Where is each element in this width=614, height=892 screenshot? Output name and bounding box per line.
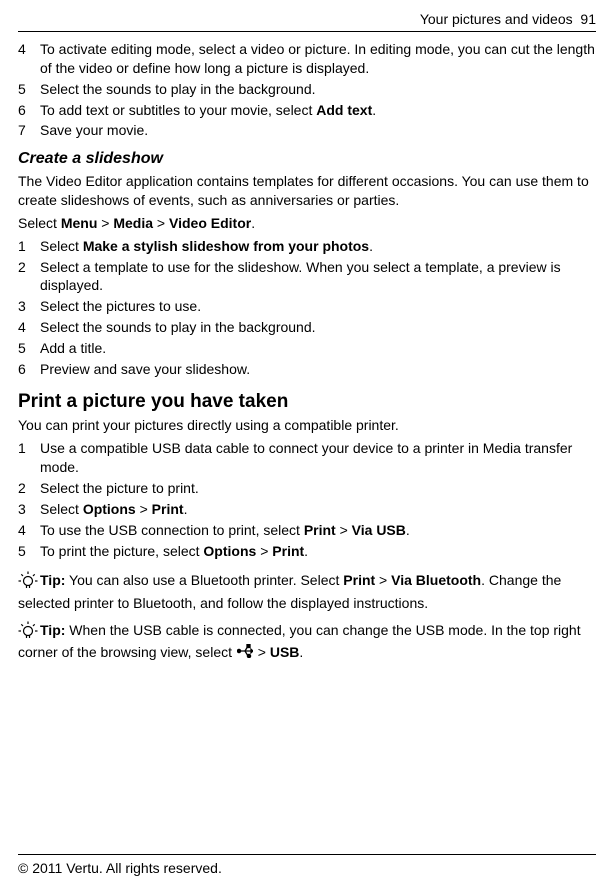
list-item: 3Select Options > Print. — [18, 500, 596, 519]
tip2-text: When the USB cable is connected, you can… — [18, 622, 581, 661]
step-number: 1 — [18, 439, 40, 477]
step-text: Select Options > Print. — [40, 500, 596, 519]
bold-term: Options — [83, 501, 136, 517]
step-number: 7 — [18, 121, 40, 140]
page-footer: © 2011 Vertu. All rights reserved. — [18, 854, 596, 878]
list-item: 4Select the sounds to play in the backgr… — [18, 318, 596, 337]
step-text: Select the sounds to play in the backgro… — [40, 80, 596, 99]
list-item: 7Save your movie. — [18, 121, 596, 140]
slideshow-intro: The Video Editor application contains te… — [18, 172, 596, 210]
list-item: 1Select Make a stylish slideshow from yo… — [18, 237, 596, 256]
step-text: To activate editing mode, select a video… — [40, 40, 596, 78]
step-text: To add text or subtitles to your movie, … — [40, 101, 596, 120]
step-text: Save your movie. — [40, 121, 596, 140]
header-section-title: Your pictures and videos — [420, 11, 573, 27]
step-number: 4 — [18, 40, 40, 78]
print-intro: You can print your pictures directly usi… — [18, 416, 596, 435]
slideshow-steps-list: 1Select Make a stylish slideshow from yo… — [18, 237, 596, 379]
step-text: Select a template to use for the slidesh… — [40, 258, 596, 296]
bold-term: Add text — [316, 102, 372, 118]
step-text: Preview and save your slideshow. — [40, 360, 596, 379]
step-number: 3 — [18, 297, 40, 316]
bold-term: Print — [343, 572, 375, 588]
tip-label: Tip: — [40, 622, 65, 638]
step-number: 3 — [18, 500, 40, 519]
list-item: 5To print the picture, select Options > … — [18, 542, 596, 561]
step-text: Select the sounds to play in the backgro… — [40, 318, 596, 337]
heading-create-slideshow: Create a slideshow — [18, 148, 596, 170]
step-number: 2 — [18, 258, 40, 296]
step-number: 2 — [18, 479, 40, 498]
menu-path-item: Media — [113, 215, 153, 231]
bold-term: Print — [152, 501, 184, 517]
footer-copyright: © 2011 Vertu. All rights reserved. — [18, 860, 222, 876]
step-text: Select the picture to print. — [40, 479, 596, 498]
list-item: 6To add text or subtitles to your movie,… — [18, 101, 596, 120]
page-header: Your pictures and videos 91 — [18, 10, 596, 32]
menu-path-item: Menu — [61, 215, 98, 231]
bold-term: Options — [203, 543, 256, 559]
heading-print-picture: Print a picture you have taken — [18, 389, 596, 415]
bold-term: USB — [270, 644, 300, 660]
list-item: 6Preview and save your slideshow. — [18, 360, 596, 379]
tip-label: Tip: — [40, 572, 65, 588]
step-number: 4 — [18, 318, 40, 337]
slideshow-menu-path: Select Menu > Media > Video Editor. — [18, 214, 596, 233]
step-text: To use the USB connection to print, sele… — [40, 521, 596, 540]
step-text: Add a title. — [40, 339, 596, 358]
list-item: 2Select a template to use for the slides… — [18, 258, 596, 296]
step-text: Select the pictures to use. — [40, 297, 596, 316]
step-number: 1 — [18, 237, 40, 256]
step-number: 6 — [18, 360, 40, 379]
step-text: Select Make a stylish slideshow from you… — [40, 237, 596, 256]
list-item: 1Use a compatible USB data cable to conn… — [18, 439, 596, 477]
step-number: 5 — [18, 542, 40, 561]
bold-term: Print — [272, 543, 304, 559]
menu-path-item: Video Editor — [169, 215, 251, 231]
tip-usb-mode: Tip: When the USB cable is connected, yo… — [18, 619, 596, 664]
bold-term: Print — [304, 522, 336, 538]
step-number: 5 — [18, 339, 40, 358]
step-number: 6 — [18, 101, 40, 120]
bold-term: Via Bluetooth — [391, 572, 481, 588]
list-item: 2Select the picture to print. — [18, 479, 596, 498]
list-item: 4To activate editing mode, select a vide… — [18, 40, 596, 78]
bold-term: Make a stylish slideshow from your photo… — [83, 238, 369, 254]
step-text: Use a compatible USB data cable to conne… — [40, 439, 596, 477]
tip-icon — [18, 619, 38, 644]
tip-icon — [18, 569, 38, 594]
tip1-text: You can also use a Bluetooth printer. Se… — [18, 572, 561, 611]
step-number: 4 — [18, 521, 40, 540]
tip-bluetooth: Tip: You can also use a Bluetooth printe… — [18, 569, 596, 613]
connectivity-icon — [237, 644, 253, 663]
step-text: To print the picture, select Options > P… — [40, 542, 596, 561]
continued-steps-list: 4To activate editing mode, select a vide… — [18, 40, 596, 140]
list-item: 4To use the USB connection to print, sel… — [18, 521, 596, 540]
list-item: 3Select the pictures to use. — [18, 297, 596, 316]
step-number: 5 — [18, 80, 40, 99]
header-page-number: 91 — [580, 11, 596, 27]
list-item: 5Select the sounds to play in the backgr… — [18, 80, 596, 99]
print-steps-list: 1Use a compatible USB data cable to conn… — [18, 439, 596, 560]
bold-term: Via USB — [352, 522, 406, 538]
list-item: 5Add a title. — [18, 339, 596, 358]
